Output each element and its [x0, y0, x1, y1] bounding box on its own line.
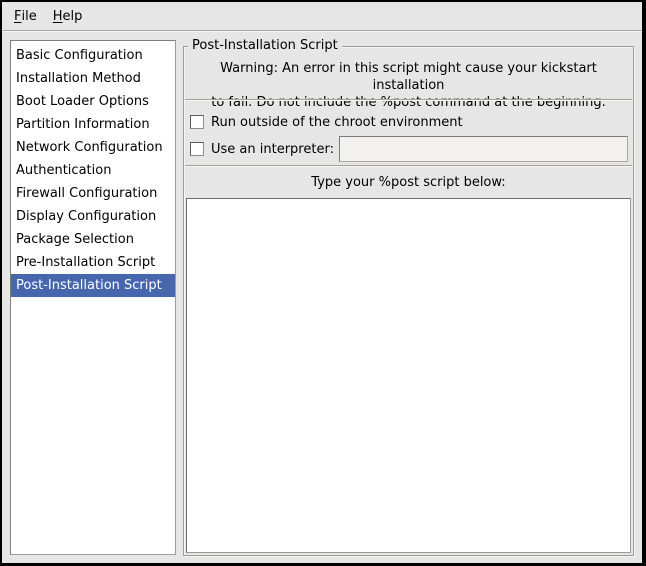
- menu-file-label: ile: [21, 9, 36, 24]
- post-script-textarea[interactable]: [186, 198, 631, 553]
- menu-help-mnemonic: H: [53, 9, 63, 24]
- separator-before-script: [185, 165, 632, 167]
- menu-file[interactable]: File: [6, 2, 45, 30]
- interpreter-checkbox[interactable]: [190, 142, 204, 156]
- menu-file-mnemonic: F: [14, 9, 21, 24]
- sidebar-item-firewall-configuration[interactable]: Firewall Configuration: [11, 182, 175, 205]
- frame-title: Post-Installation Script: [188, 38, 342, 54]
- config-section-list: Basic Configuration Installation Method …: [10, 40, 176, 555]
- menu-help[interactable]: Help: [45, 2, 91, 30]
- sidebar-item-display-configuration[interactable]: Display Configuration: [11, 205, 175, 228]
- kickstart-configurator-window: File Help Basic Configuration Installati…: [0, 0, 646, 566]
- sidebar-item-authentication[interactable]: Authentication: [11, 159, 175, 182]
- interpreter-entry[interactable]: [339, 136, 628, 162]
- sidebar-item-pre-installation-script[interactable]: Pre-Installation Script: [11, 251, 175, 274]
- sidebar-item-boot-loader-options[interactable]: Boot Loader Options: [11, 90, 175, 113]
- sidebar-item-post-installation-script[interactable]: Post-Installation Script: [11, 274, 175, 297]
- sidebar-item-basic-configuration[interactable]: Basic Configuration: [11, 44, 175, 67]
- interpreter-checkbox-label: Use an interpreter:: [211, 142, 334, 157]
- post-installation-script-frame: Post-Installation Script Warning: An err…: [183, 46, 634, 556]
- menu-help-label: elp: [63, 9, 83, 24]
- script-area-label: Type your %post script below:: [184, 175, 633, 190]
- chroot-checkbox-row[interactable]: Run outside of the chroot environment: [190, 110, 463, 134]
- chroot-checkbox[interactable]: [190, 115, 204, 129]
- sidebar-item-network-configuration[interactable]: Network Configuration: [11, 136, 175, 159]
- separator-after-warning: [185, 99, 632, 101]
- interpreter-row: Use an interpreter:: [190, 136, 628, 162]
- sidebar-item-package-selection[interactable]: Package Selection: [11, 228, 175, 251]
- sidebar-item-installation-method[interactable]: Installation Method: [11, 67, 175, 90]
- chroot-checkbox-label: Run outside of the chroot environment: [211, 115, 463, 130]
- warning-line-2: to fail. Do not include the %post comman…: [184, 94, 633, 111]
- menubar: File Help: [2, 2, 642, 31]
- warning-line-1: Warning: An error in this script might c…: [184, 60, 633, 94]
- sidebar-item-partition-information[interactable]: Partition Information: [11, 113, 175, 136]
- warning-text: Warning: An error in this script might c…: [184, 60, 633, 111]
